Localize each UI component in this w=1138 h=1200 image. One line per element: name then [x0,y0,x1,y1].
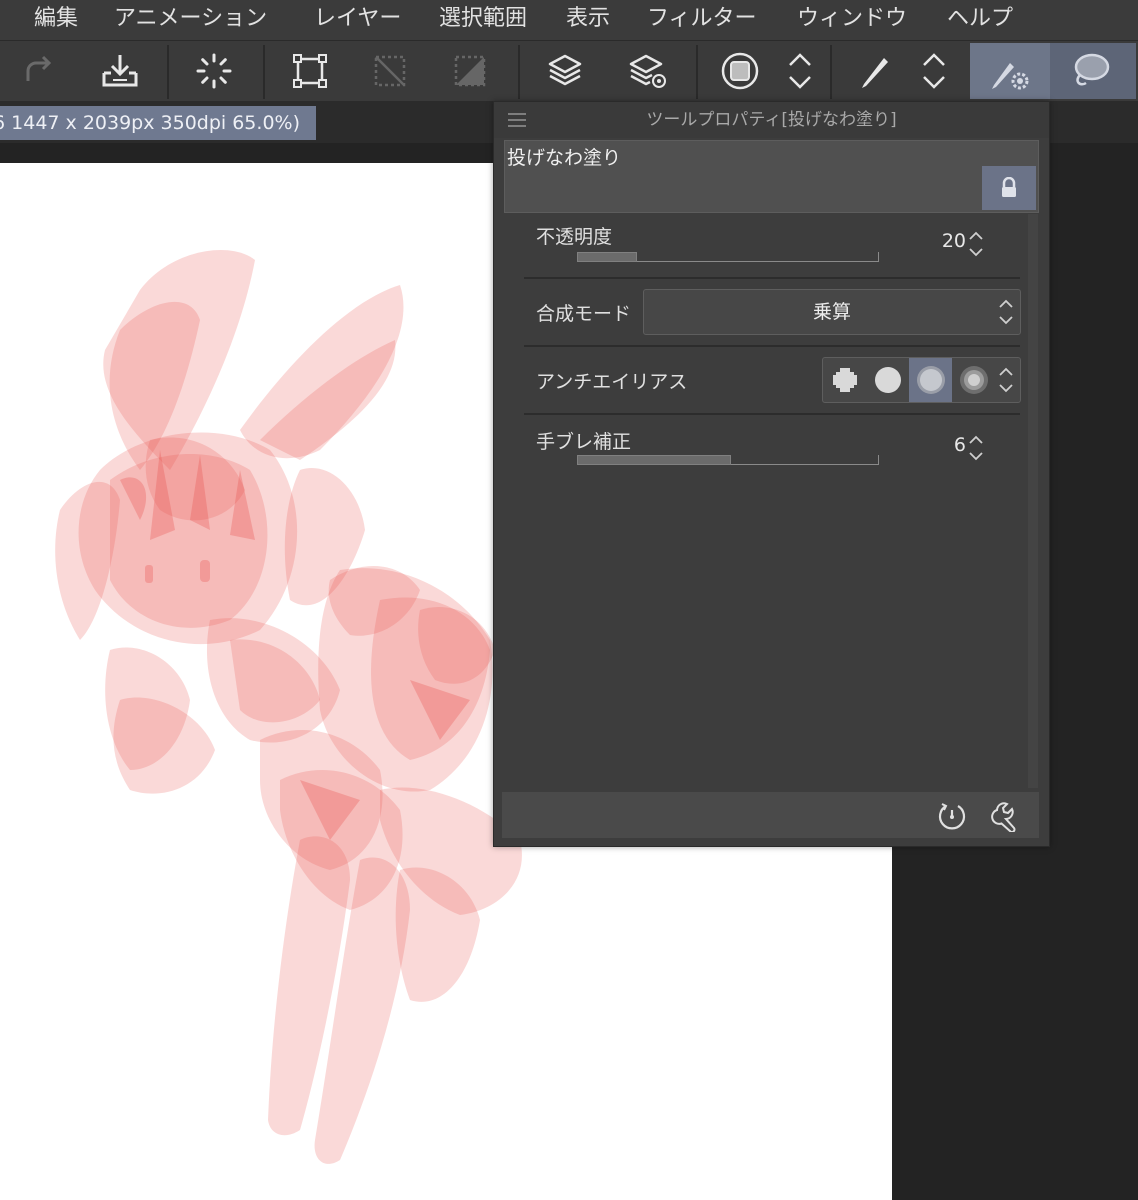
stabilization-value[interactable]: 6 [914,434,966,456]
layers-icon [548,54,582,86]
settings-wrench-icon [991,802,1016,833]
save-icon [102,55,138,87]
divider [524,345,1020,347]
menu-window[interactable]: ウィンドウ [797,0,907,40]
document-tab-label: 6 1447 x 2039px 350dpi 65.0%) [0,112,300,134]
opacity-stepper-icon[interactable] [968,230,984,258]
divider [524,277,1020,279]
blend-mode-label: 合成モード [536,303,632,325]
pen-size-stepper[interactable] [906,45,962,97]
panel-scrollbar[interactable] [1028,214,1038,788]
antialias-weak-option[interactable] [866,358,909,402]
pen-button[interactable] [847,45,903,97]
reset-button[interactable] [936,800,968,832]
panel-header[interactable]: ツールプロパティ[投げなわ塗り] [494,102,1049,138]
lock-button[interactable] [982,166,1036,210]
opacity-label: 不透明度 [536,226,613,248]
redo-button[interactable] [10,45,66,97]
opacity-slider[interactable] [577,252,879,262]
layers-button[interactable] [537,45,593,97]
divider [524,413,1020,415]
stabilization-label: 手ブレ補正 [536,431,632,453]
save-button[interactable] [92,45,148,97]
antialias-strong-icon [959,366,988,394]
menu-edit[interactable]: 編集 [34,0,78,40]
antialias-weak-icon [874,367,901,393]
loading-button[interactable] [186,45,242,97]
toolbar-separator [518,45,520,99]
stabilization-slider[interactable] [577,455,879,465]
chevron-updown-icon [789,53,811,89]
lasso-fill-icon [1074,53,1110,86]
settings-button[interactable] [991,800,1023,833]
blend-mode-select[interactable]: 乗算 [643,289,1021,335]
menu-help[interactable]: ヘルプ [947,0,1013,40]
antialias-strong-option[interactable] [952,358,995,402]
antialias-selector [822,357,1021,403]
layer-properties-button[interactable] [620,45,676,97]
deselect-icon [374,55,406,87]
invert-selection-button[interactable] [442,45,498,97]
hamburger-menu-icon[interactable] [508,113,526,127]
color-circle-button[interactable] [712,45,768,97]
antialias-medium-icon [916,366,945,394]
menu-layer[interactable]: レイヤー [314,0,401,40]
menu-animation[interactable]: アニメーション [114,0,267,40]
opacity-slider-fill [577,252,637,262]
layer-properties-icon [629,54,666,88]
lock-icon [1002,177,1016,197]
chevron-updown-icon[interactable] [998,366,1014,394]
stabilization-stepper-icon[interactable] [968,434,984,462]
document-tab[interactable]: 6 1447 x 2039px 350dpi 65.0%) [0,106,316,140]
antialias-none-option[interactable] [823,358,866,402]
toolbar-separator [830,45,832,99]
invert-selection-icon [454,55,486,87]
subtool-preset[interactable]: 投げなわ塗り [504,140,1039,213]
deselect-button[interactable] [362,45,418,97]
tool-property-panel: ツールプロパティ[投げなわ塗り] 投げなわ塗り 不透明度 20 合成モード 乗算… [493,101,1050,847]
command-bar [0,41,1138,101]
loading-icon [196,53,232,89]
opacity-value[interactable]: 20 [914,230,966,252]
lasso-fill-button[interactable] [1062,45,1118,97]
menu-selection[interactable]: 選択範囲 [439,0,527,40]
panel-title: ツールプロパティ[投げなわ塗り] [646,110,897,130]
chevron-updown-icon [999,299,1013,325]
menu-filter[interactable]: フィルター [647,0,757,40]
transform-icon [293,54,327,88]
tool-settings-button[interactable] [982,45,1038,97]
blend-mode-value: 乗算 [812,301,851,323]
color-circle-icon [721,52,759,90]
menu-view[interactable]: 表示 [566,0,610,40]
tool-settings-icon [992,63,1029,90]
pen-icon [862,58,888,88]
toolbar-separator [696,45,698,99]
toolbar-separator [167,45,169,99]
stabilization-slider-fill [577,455,731,465]
preset-name: 投げなわ塗り [507,147,622,169]
chevron-updown-icon [923,53,945,89]
reset-icon [938,803,966,830]
transform-button[interactable] [282,45,338,97]
antialias-label: アンチエイリアス [536,371,688,393]
redo-icon [26,55,52,81]
antialias-none-icon [832,368,857,392]
panel-footer [502,792,1039,838]
antialias-medium-option[interactable] [909,358,952,402]
color-adjust-stepper[interactable] [772,45,828,97]
toolbar-separator [263,45,265,99]
menu-bar: 編集 アニメーション レイヤー 選択範囲 表示 フィルター ウィンドウ ヘルプ [0,0,1138,41]
